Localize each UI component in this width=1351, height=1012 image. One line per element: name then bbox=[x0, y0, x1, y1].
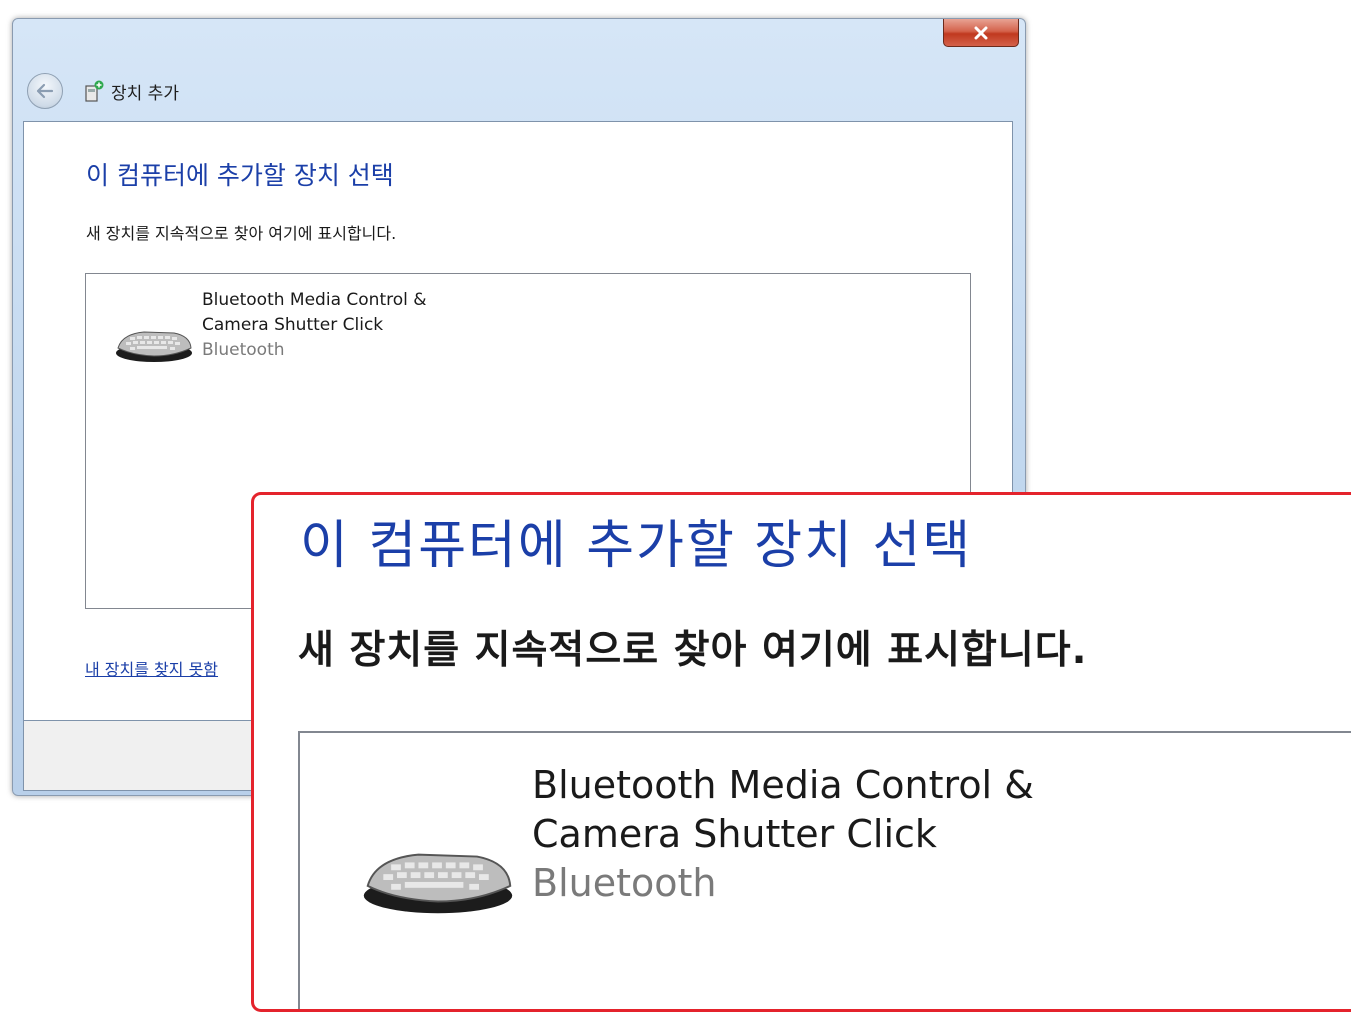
zoom-callout: 이 컴퓨터에 추가할 장치 선택 새 장치를 지속적으로 찾아 여기에 표시합니… bbox=[251, 492, 1351, 1012]
back-button[interactable] bbox=[27, 73, 63, 109]
device-info: Bluetooth Media Control & Camera Shutter… bbox=[202, 288, 427, 363]
zoom-device-list: Bluetooth Media Control & Camera Shutter… bbox=[298, 731, 1351, 1009]
device-name-line2: Camera Shutter Click bbox=[202, 315, 384, 335]
zoom-heading: 이 컴퓨터에 추가할 장치 선택 bbox=[300, 516, 973, 576]
zoom-device-name-line2: Camera Shutter Click bbox=[532, 812, 937, 856]
page-description: 새 장치를 지속적으로 찾아 여기에 표시합니다. bbox=[86, 224, 397, 243]
device-list-item[interactable]: Bluetooth Media Control & Camera Shutter… bbox=[114, 286, 474, 366]
window-title: 장치 추가 bbox=[111, 83, 179, 104]
close-icon bbox=[974, 26, 988, 39]
close-button[interactable] bbox=[943, 19, 1019, 47]
zoom-device-name-line1: Bluetooth Media Control & bbox=[532, 763, 1034, 807]
zoom-device-item: Bluetooth Media Control & Camera Shutter… bbox=[356, 755, 1056, 915]
page-heading: 이 컴퓨터에 추가할 장치 선택 bbox=[86, 161, 394, 190]
device-name-line1: Bluetooth Media Control & bbox=[202, 290, 427, 310]
add-device-icon bbox=[83, 79, 105, 103]
device-not-found-link[interactable]: 내 장치를 찾지 못함 bbox=[85, 656, 218, 680]
zoom-device-type: Bluetooth bbox=[532, 861, 717, 905]
zoom-keyboard-device-icon bbox=[363, 853, 513, 914]
keyboard-device-icon bbox=[116, 331, 192, 362]
zoom-device-info: Bluetooth Media Control & Camera Shutter… bbox=[532, 761, 1034, 908]
back-arrow-icon bbox=[36, 83, 54, 99]
zoom-description: 새 장치를 지속적으로 찾아 여기에 표시합니다. bbox=[298, 628, 1088, 673]
navigation-bar: 장치 추가 bbox=[27, 73, 1025, 109]
device-type: Bluetooth bbox=[202, 340, 285, 360]
